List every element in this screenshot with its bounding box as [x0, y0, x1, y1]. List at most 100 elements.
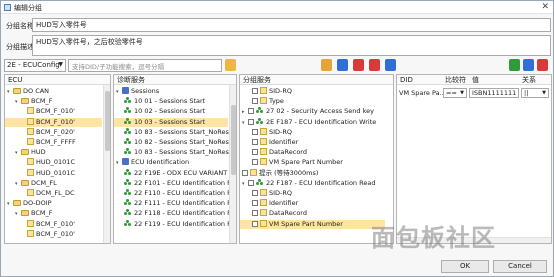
delete-all-icon[interactable] — [369, 59, 380, 71]
checkbox[interactable] — [242, 169, 248, 176]
checkbox[interactable] — [252, 159, 258, 166]
service-item[interactable]: 10 83 - Sessions Start_NoResp — [114, 127, 233, 137]
search-input[interactable]: 支持DID/子功能搜索，逗号分隔 — [68, 59, 222, 72]
file-icon — [260, 138, 267, 145]
move-up-icon[interactable] — [385, 59, 396, 71]
service-item[interactable]: 22 F111 - ECU Identification Re — [114, 199, 235, 208]
service-item[interactable]: 22 F118 - ECU Identification Re — [114, 209, 235, 218]
delete-icon[interactable] — [353, 59, 364, 71]
group-desc-input[interactable]: HUD写入零件号，之后校验零件号 — [32, 35, 551, 56]
service-item-label: 10 03 - Sessions Start — [134, 117, 206, 126]
ecu-tree-item[interactable]: HUD_0101C — [5, 168, 102, 178]
checkbox[interactable] — [252, 200, 258, 207]
group-service-item-label: Identifier — [269, 138, 299, 146]
cancel-button[interactable]: Cancel — [493, 260, 547, 273]
service-item[interactable]: ▾ Sessions — [114, 87, 228, 96]
service-item-label: Sessions — [131, 87, 160, 95]
group-service-item-label: 提示 (等待3000ms) — [259, 168, 319, 177]
close-icon[interactable]: ✕ — [541, 2, 549, 12]
ecu-tree-item[interactable]: BCM_F_010' — [5, 219, 102, 229]
group-service-item[interactable]: SID-RQ — [240, 189, 385, 198]
group-service-item[interactable]: SID-RQ — [240, 127, 385, 137]
group-service-item[interactable]: Type — [240, 97, 385, 106]
ecu-tree-item[interactable]: BCM_F_020' — [5, 127, 102, 137]
checkbox[interactable] — [248, 118, 254, 125]
checkbox[interactable] — [248, 179, 254, 186]
group-service-item-label: SID-RQ — [269, 189, 293, 197]
service-item-label: 10 01 - Sessions Start — [134, 97, 206, 106]
ecu-scrollbar[interactable] — [103, 85, 110, 243]
compare-select[interactable]: == ▼ — [443, 88, 467, 98]
service-item-label: 10 02 - Sessions Start — [134, 107, 206, 116]
service-header: 诊断服务 — [114, 75, 236, 85]
group-service-item-label: Identifier — [269, 199, 299, 208]
group-service-item[interactable]: 提示 (等待3000ms) — [240, 168, 385, 178]
service-item[interactable]: 22 F19E - ODX ECU VARIANT — [114, 168, 228, 178]
service-icon — [124, 209, 132, 216]
app-icon — [4, 4, 11, 11]
group-service-item[interactable]: VM Spare Part Number — [240, 219, 385, 229]
checkbox[interactable] — [252, 139, 258, 145]
ecu-tree-item-label: BCM_F_FFFF — [36, 138, 76, 146]
ecu-tree-item[interactable]: ▾ DCM_FL — [5, 179, 102, 188]
checkbox[interactable] — [252, 149, 258, 156]
service-icon — [124, 168, 132, 176]
group-service-item[interactable]: DataRecord — [240, 209, 385, 218]
group-service-item[interactable]: SID-RQ — [240, 87, 385, 96]
service-item[interactable]: 22 F110 - ECU Identification Re — [114, 189, 235, 198]
service-item[interactable]: ▾ ECU Identification — [114, 158, 228, 167]
service-icon — [124, 199, 132, 206]
checkbox[interactable] — [252, 88, 258, 94]
group-service-item[interactable]: Identifier — [240, 199, 385, 208]
ecu-tree-item[interactable]: BCM_F_010' — [5, 229, 102, 239]
edit-group-dialog: 编辑分组 ✕ 分组名称 HUD写入零件号 分组描述 HUD写入零件号，之后校验零… — [0, 0, 554, 277]
ecu-tree-item[interactable]: ▾ DO CAN — [5, 87, 102, 96]
ecu-tree-item-label: BCM_F_010' — [36, 229, 75, 238]
col-value: 值 — [472, 76, 479, 84]
service-item[interactable]: 10 01 - Sessions Start — [114, 97, 228, 106]
ok-button[interactable]: OK — [441, 260, 489, 273]
param-copy-icon[interactable] — [523, 59, 534, 71]
checkbox[interactable] — [252, 128, 258, 135]
service-item[interactable]: 22 F101 - ECU Identification Re — [114, 178, 235, 188]
group-service-item[interactable]: ▾ 22 F187 - ECU Identification Read — [240, 178, 385, 188]
group-name-input[interactable]: HUD写入零件号 — [32, 18, 551, 32]
ecu-tree-item[interactable]: BCM_F_010' — [5, 117, 102, 127]
checkbox[interactable] — [248, 108, 254, 115]
folder-icon[interactable] — [321, 59, 332, 71]
service-item[interactable]: 10 03 - Sessions Start — [114, 117, 228, 127]
ecu-tree-item[interactable]: BCM_F_010' — [5, 107, 102, 116]
checkbox[interactable] — [252, 98, 258, 105]
group-service-item[interactable]: Identifier — [240, 138, 385, 147]
value-input[interactable]: ISBN1111111 — [469, 88, 519, 98]
service-scrollbar[interactable] — [229, 85, 236, 243]
group-service-item[interactable]: ▾ 2E F187 - ECU Identification Write — [240, 117, 385, 127]
param-delete-icon[interactable] — [537, 59, 548, 71]
checkbox[interactable] — [252, 220, 258, 227]
ecu-tree-item[interactable]: DCM_FL_DC — [5, 189, 102, 198]
col-relation: 关系 — [522, 76, 536, 84]
ecu-tree-item[interactable]: HUD_0101C — [5, 158, 102, 167]
ecu-tree-item[interactable]: ▾ BCM_F — [5, 209, 102, 218]
service-icon — [124, 138, 132, 145]
service-item[interactable]: 10 02 - Sessions Start — [114, 107, 228, 116]
ecu-tree-item[interactable]: BCM_F_FFFF — [5, 138, 102, 147]
service-item[interactable]: 10 83 - Sessions Start_NoResp — [114, 148, 233, 157]
ecu-tree-item[interactable]: ▾ BCM_F — [5, 97, 102, 106]
relation-select[interactable]: || ▼ — [521, 88, 549, 98]
ecu-tree-item[interactable]: ▾ HUD — [5, 148, 102, 157]
service-item[interactable]: 10 82 - Sessions Start_NoResp — [114, 138, 233, 147]
checkbox[interactable] — [252, 190, 258, 196]
ecu-config-select[interactable]: 2E - ECUConfig ▼ — [4, 59, 66, 72]
param-add-icon[interactable] — [509, 59, 520, 71]
group-service-item[interactable]: VM Spare Part Number — [240, 158, 385, 167]
group-service-item[interactable]: ▸ 27 02 - Security Access Send key — [240, 107, 385, 116]
group-service-item[interactable]: DataRecord — [240, 148, 385, 157]
add-icon[interactable] — [337, 59, 348, 71]
service-item-label: 22 F119 - ECU Identification Re — [134, 219, 236, 228]
checkbox[interactable] — [252, 210, 258, 217]
ecu-tree-item[interactable]: ▾ DO-DOIP — [5, 199, 102, 208]
search-icon[interactable] — [225, 59, 236, 71]
service-icon — [256, 107, 264, 114]
service-item[interactable]: 22 F119 - ECU Identification Re — [114, 219, 235, 229]
